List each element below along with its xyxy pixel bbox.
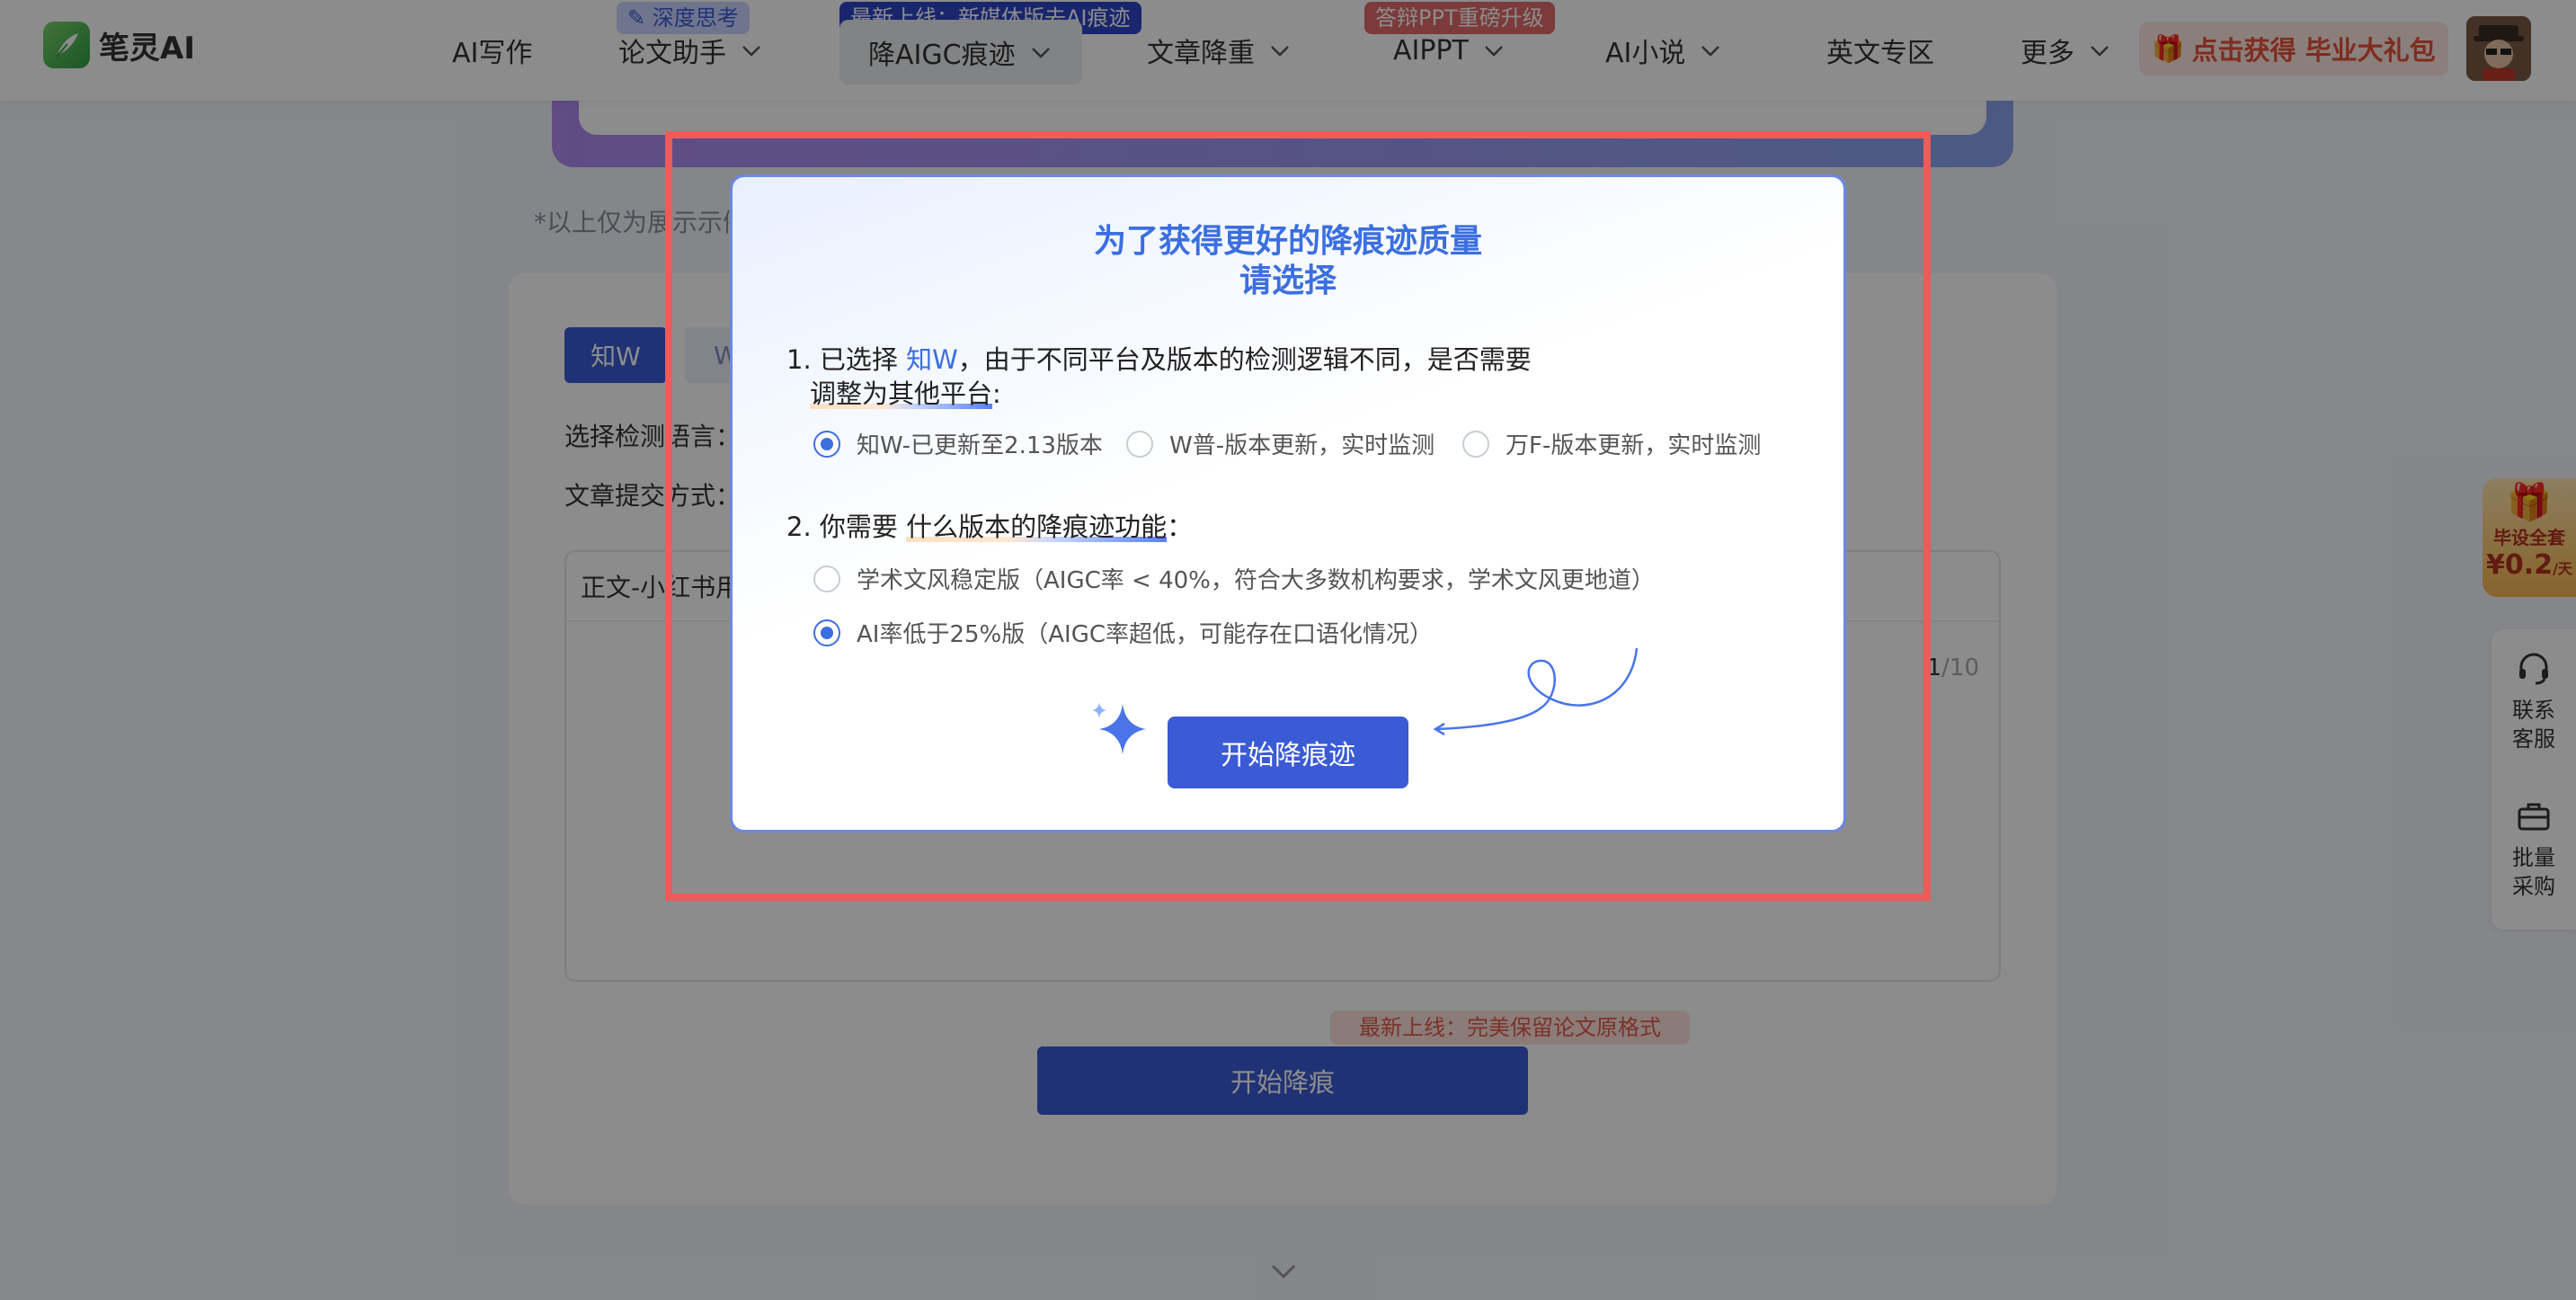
dialog-title-line1: 为了获得更好的降痕迹质量 bbox=[1093, 223, 1482, 260]
option-label: AI率低于25%版（AIGC率超低，可能存在口语化情况） bbox=[857, 621, 1433, 648]
option-academic-stable[interactable]: 学术文风稳定版（AIGC率 < 40%，符合大多数机构要求，学术文风更地道） bbox=[813, 562, 1655, 595]
question-1: 1. 已选择 知W，由于不同平台及版本的检测逻辑不同，是否需要 bbox=[786, 343, 1532, 377]
q1-prefix: 1. 已选择 bbox=[786, 344, 907, 375]
arrow-swirl-icon bbox=[1433, 647, 1639, 736]
radio-academic-stable[interactable] bbox=[813, 565, 840, 592]
q2-suffix: ： bbox=[1167, 512, 1194, 542]
sparkle-icon bbox=[1092, 702, 1146, 754]
question-1-line2: 调整为其他平台: bbox=[810, 377, 1001, 411]
dialog-title: 为了获得更好的降痕迹质量 请选择 bbox=[733, 222, 1843, 301]
q1-selected-platform: 知W bbox=[906, 344, 958, 375]
option-wpu[interactable]: W普-版本更新，实时监测 bbox=[1126, 427, 1435, 460]
radio-wanf[interactable] bbox=[1462, 430, 1489, 458]
option-label: 学术文风稳定版（AIGC率 < 40%，符合大多数机构要求，学术文风更地道） bbox=[857, 567, 1655, 594]
q1-middle: ，由于不同平台及版本的检测逻辑不同，是否需要 bbox=[957, 344, 1532, 375]
option-label: 万F-版本更新，实时监测 bbox=[1506, 432, 1762, 459]
start-reduce-trace-button[interactable]: 开始降痕迹 bbox=[1168, 717, 1408, 788]
q1-suffix: : bbox=[992, 378, 1001, 409]
question-2: 2. 你需要 什么版本的降痕迹功能： bbox=[786, 510, 1193, 544]
platform-select-dialog: 为了获得更好的降痕迹质量 请选择 1. 已选择 知W，由于不同平台及版本的检测逻… bbox=[730, 174, 1846, 833]
radio-zhiw[interactable] bbox=[813, 430, 840, 458]
q1-emphasis: 调整为其他平台 bbox=[810, 378, 993, 409]
q2-emphasis: 什么版本的降痕迹功能 bbox=[906, 512, 1168, 542]
option-zhiw[interactable]: 知W-已更新至2.13版本 bbox=[813, 427, 1103, 460]
option-wanf[interactable]: 万F-版本更新，实时监测 bbox=[1462, 427, 1761, 460]
q2-prefix: 2. 你需要 bbox=[786, 512, 907, 542]
dialog-title-line2: 请选择 bbox=[1239, 263, 1337, 299]
option-label: 知W-已更新至2.13版本 bbox=[857, 432, 1103, 459]
radio-wpu[interactable] bbox=[1126, 430, 1153, 458]
option-ai-below-25[interactable]: AI率低于25%版（AIGC率超低，可能存在口语化情况） bbox=[813, 616, 1433, 649]
option-label: W普-版本更新，实时监测 bbox=[1169, 432, 1435, 459]
radio-ai-below-25[interactable] bbox=[813, 619, 840, 646]
